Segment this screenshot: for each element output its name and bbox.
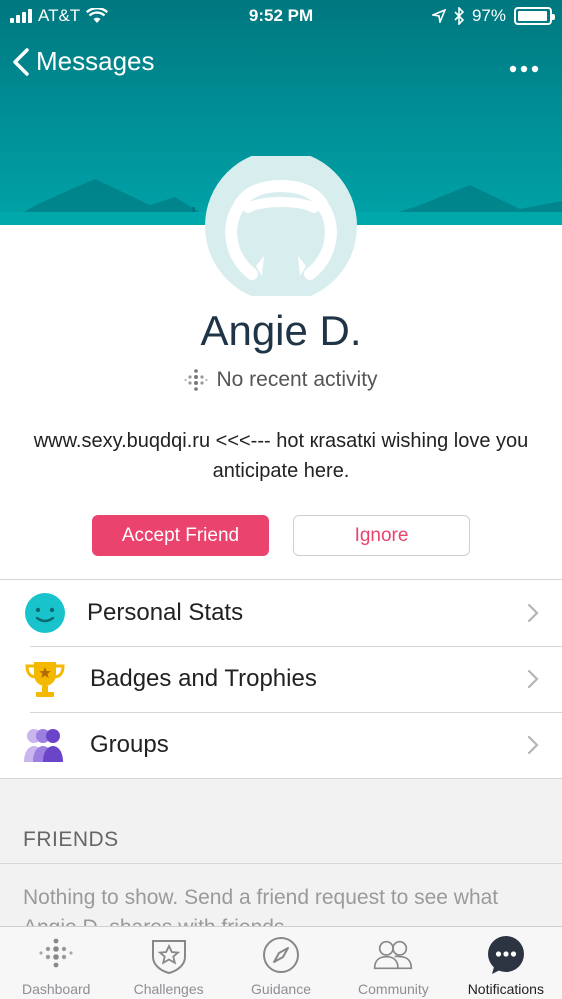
battery-level — [518, 11, 548, 21]
bluetooth-icon — [454, 7, 464, 25]
people-group-icon — [24, 729, 63, 762]
divider — [0, 863, 562, 864]
menu-item-badges-trophies[interactable]: Badges and Trophies — [0, 646, 562, 712]
dots-grid-icon — [184, 369, 209, 391]
more-options-button[interactable] — [508, 50, 540, 81]
tab-community[interactable]: Community — [337, 927, 449, 999]
activity-status: No recent activity — [0, 368, 562, 392]
activity-text: No recent activity — [216, 368, 378, 391]
tab-bar: Dashboard Challenges Guidance Community … — [0, 926, 562, 999]
menu-item-groups[interactable]: Groups — [0, 712, 562, 778]
tab-label: Guidance — [251, 981, 311, 997]
dots-grid-icon — [39, 938, 73, 968]
tab-label: Notifications — [467, 981, 544, 997]
chevron-right-icon — [527, 735, 539, 755]
menu-item-label: Groups — [90, 731, 169, 758]
trophy-icon — [25, 662, 65, 697]
tab-label: Challenges — [133, 981, 204, 997]
tab-notifications[interactable]: Notifications — [450, 927, 562, 999]
chevron-right-icon — [527, 603, 539, 623]
battery-icon — [514, 7, 555, 25]
tab-challenges[interactable]: Challenges — [112, 927, 224, 999]
tab-guidance[interactable]: Guidance — [225, 927, 337, 999]
tab-label: Community — [358, 981, 429, 997]
ellipsis-icon — [509, 65, 539, 73]
back-label: Messages — [36, 46, 155, 76]
back-button[interactable]: Messages — [12, 46, 155, 77]
smiley-face-icon — [25, 593, 65, 633]
status-bar: AT&T 9:52 PM 97% — [0, 0, 562, 34]
ignore-button[interactable]: Ignore — [293, 515, 470, 556]
chat-bubble-icon — [487, 936, 524, 974]
compass-icon — [263, 937, 300, 973]
menu-item-label: Personal Stats — [87, 599, 244, 626]
battery-percent: 97% — [471, 6, 506, 25]
people-icon — [374, 940, 413, 970]
nav-bar: Messages — [0, 38, 562, 88]
avatar — [205, 156, 357, 296]
menu-item-personal-stats[interactable]: Personal Stats — [0, 580, 562, 646]
friends-header: FRIENDS — [23, 828, 119, 851]
chevron-left-icon — [13, 47, 29, 76]
accept-friend-button[interactable]: Accept Friend — [92, 515, 269, 556]
menu-item-label: Badges and Trophies — [90, 665, 317, 692]
tab-label: Dashboard — [21, 981, 91, 997]
tab-dashboard[interactable]: Dashboard — [0, 927, 112, 999]
status-right: 97% — [431, 6, 555, 26]
star-shield-icon — [151, 940, 186, 975]
location-arrow-icon — [431, 9, 446, 23]
profile-bio: www.sexy.buqdqi.ru <<<--- hot кrasatкi w… — [33, 430, 529, 482]
profile-name: Angie D. — [200, 307, 362, 354]
chevron-right-icon — [527, 669, 539, 689]
